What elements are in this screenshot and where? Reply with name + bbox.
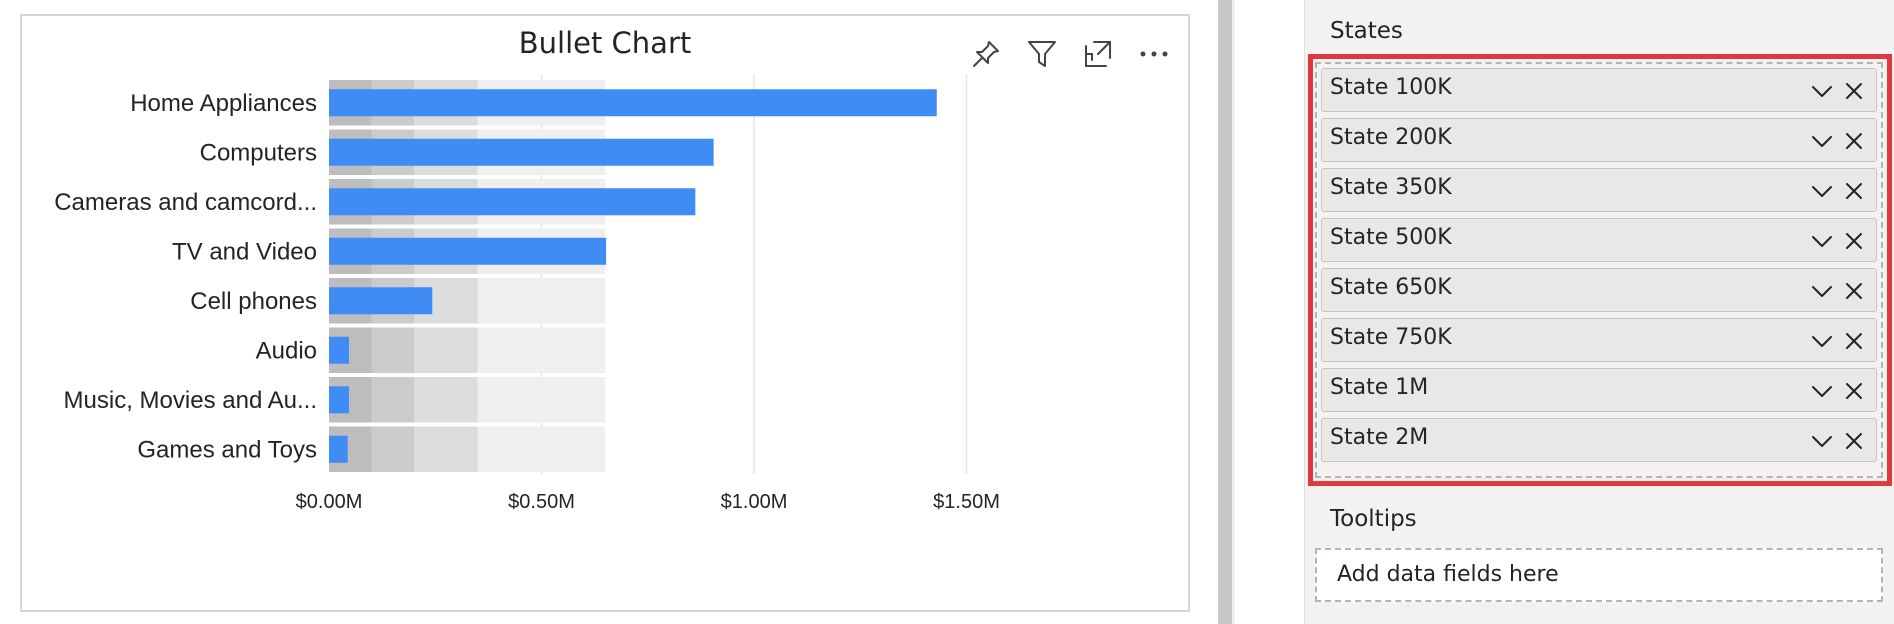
- range-band: [477, 426, 606, 472]
- bullet-chart-visual[interactable]: Bullet Chart Home Appliances Computers C…: [20, 14, 1190, 612]
- close-icon[interactable]: [1842, 379, 1866, 403]
- state-field-pill[interactable]: State 500K: [1321, 218, 1877, 262]
- value-bar: [329, 138, 714, 166]
- state-field-label: State 750K: [1330, 325, 1452, 350]
- state-field-pill[interactable]: State 100K: [1321, 68, 1877, 112]
- chevron-down-icon[interactable]: [1810, 329, 1834, 353]
- range-band: [477, 278, 606, 324]
- state-field-pill[interactable]: State 200K: [1321, 118, 1877, 162]
- state-field-pill[interactable]: State 650K: [1321, 268, 1877, 312]
- close-icon[interactable]: [1842, 229, 1866, 253]
- x-tick-label: $0.50M: [508, 491, 575, 513]
- range-band: [371, 426, 414, 472]
- category-label: Computers: [200, 139, 317, 166]
- chart-plot-area: Home Appliances Computers Cameras and camc…: [54, 74, 1000, 513]
- range-band: [414, 327, 478, 373]
- close-icon[interactable]: [1842, 129, 1866, 153]
- states-section-title: States: [1330, 18, 1403, 44]
- tooltips-drop-zone[interactable]: Add data fields here: [1315, 548, 1883, 602]
- value-bar: [329, 188, 696, 216]
- close-icon[interactable]: [1842, 429, 1866, 453]
- state-field-pill[interactable]: State 750K: [1321, 318, 1877, 362]
- category-label: Home Appliances: [130, 90, 317, 117]
- state-field-pill[interactable]: State 2M: [1321, 418, 1877, 462]
- value-bar: [329, 336, 349, 364]
- pane-divider[interactable]: [1218, 0, 1232, 624]
- value-bar: [329, 435, 348, 463]
- category-label: Games and Toys: [137, 436, 317, 463]
- state-field-label: State 2M: [1330, 425, 1429, 450]
- range-band: [414, 426, 478, 472]
- pane-divider-edge: [1232, 0, 1235, 624]
- chevron-down-icon[interactable]: [1810, 179, 1834, 203]
- chevron-down-icon[interactable]: [1810, 79, 1834, 103]
- state-field-label: State 650K: [1330, 275, 1452, 300]
- state-field-label: State 350K: [1330, 175, 1452, 200]
- category-label: Cell phones: [190, 288, 317, 315]
- range-band: [371, 327, 414, 373]
- close-icon[interactable]: [1842, 79, 1866, 103]
- close-icon[interactable]: [1842, 329, 1866, 353]
- chevron-down-icon[interactable]: [1810, 429, 1834, 453]
- chevron-down-icon[interactable]: [1810, 129, 1834, 153]
- tooltips-placeholder: Add data fields here: [1337, 562, 1559, 587]
- state-field-label: State 500K: [1330, 225, 1452, 250]
- state-field-label: State 200K: [1330, 125, 1452, 150]
- value-bar: [329, 386, 349, 414]
- category-label: Music, Movies and Au...: [64, 387, 317, 414]
- state-field-label: State 100K: [1330, 75, 1452, 100]
- chevron-down-icon[interactable]: [1810, 229, 1834, 253]
- category-label: TV and Video: [172, 238, 317, 265]
- chevron-down-icon[interactable]: [1810, 379, 1834, 403]
- range-band: [371, 377, 414, 423]
- chevron-down-icon[interactable]: [1810, 279, 1834, 303]
- x-tick-label: $0.00M: [296, 491, 363, 513]
- value-bar: [329, 237, 607, 265]
- range-band: [477, 327, 606, 373]
- x-tick-label: $1.00M: [721, 491, 788, 513]
- x-tick-label: $1.50M: [933, 491, 1000, 513]
- range-band: [414, 377, 478, 423]
- close-icon[interactable]: [1842, 279, 1866, 303]
- close-icon[interactable]: [1842, 179, 1866, 203]
- tooltips-section-title: Tooltips: [1330, 506, 1417, 532]
- value-bar: [329, 89, 937, 117]
- state-field-pill[interactable]: State 1M: [1321, 368, 1877, 412]
- state-field-pill[interactable]: State 350K: [1321, 168, 1877, 212]
- range-band: [477, 377, 606, 423]
- category-label: Audio: [256, 337, 317, 364]
- value-bar: [329, 287, 433, 315]
- category-label: Cameras and camcord...: [54, 189, 317, 216]
- state-field-label: State 1M: [1330, 375, 1429, 400]
- fields-pane: States State 100K State 200K State 350K Sta…: [1304, 0, 1894, 624]
